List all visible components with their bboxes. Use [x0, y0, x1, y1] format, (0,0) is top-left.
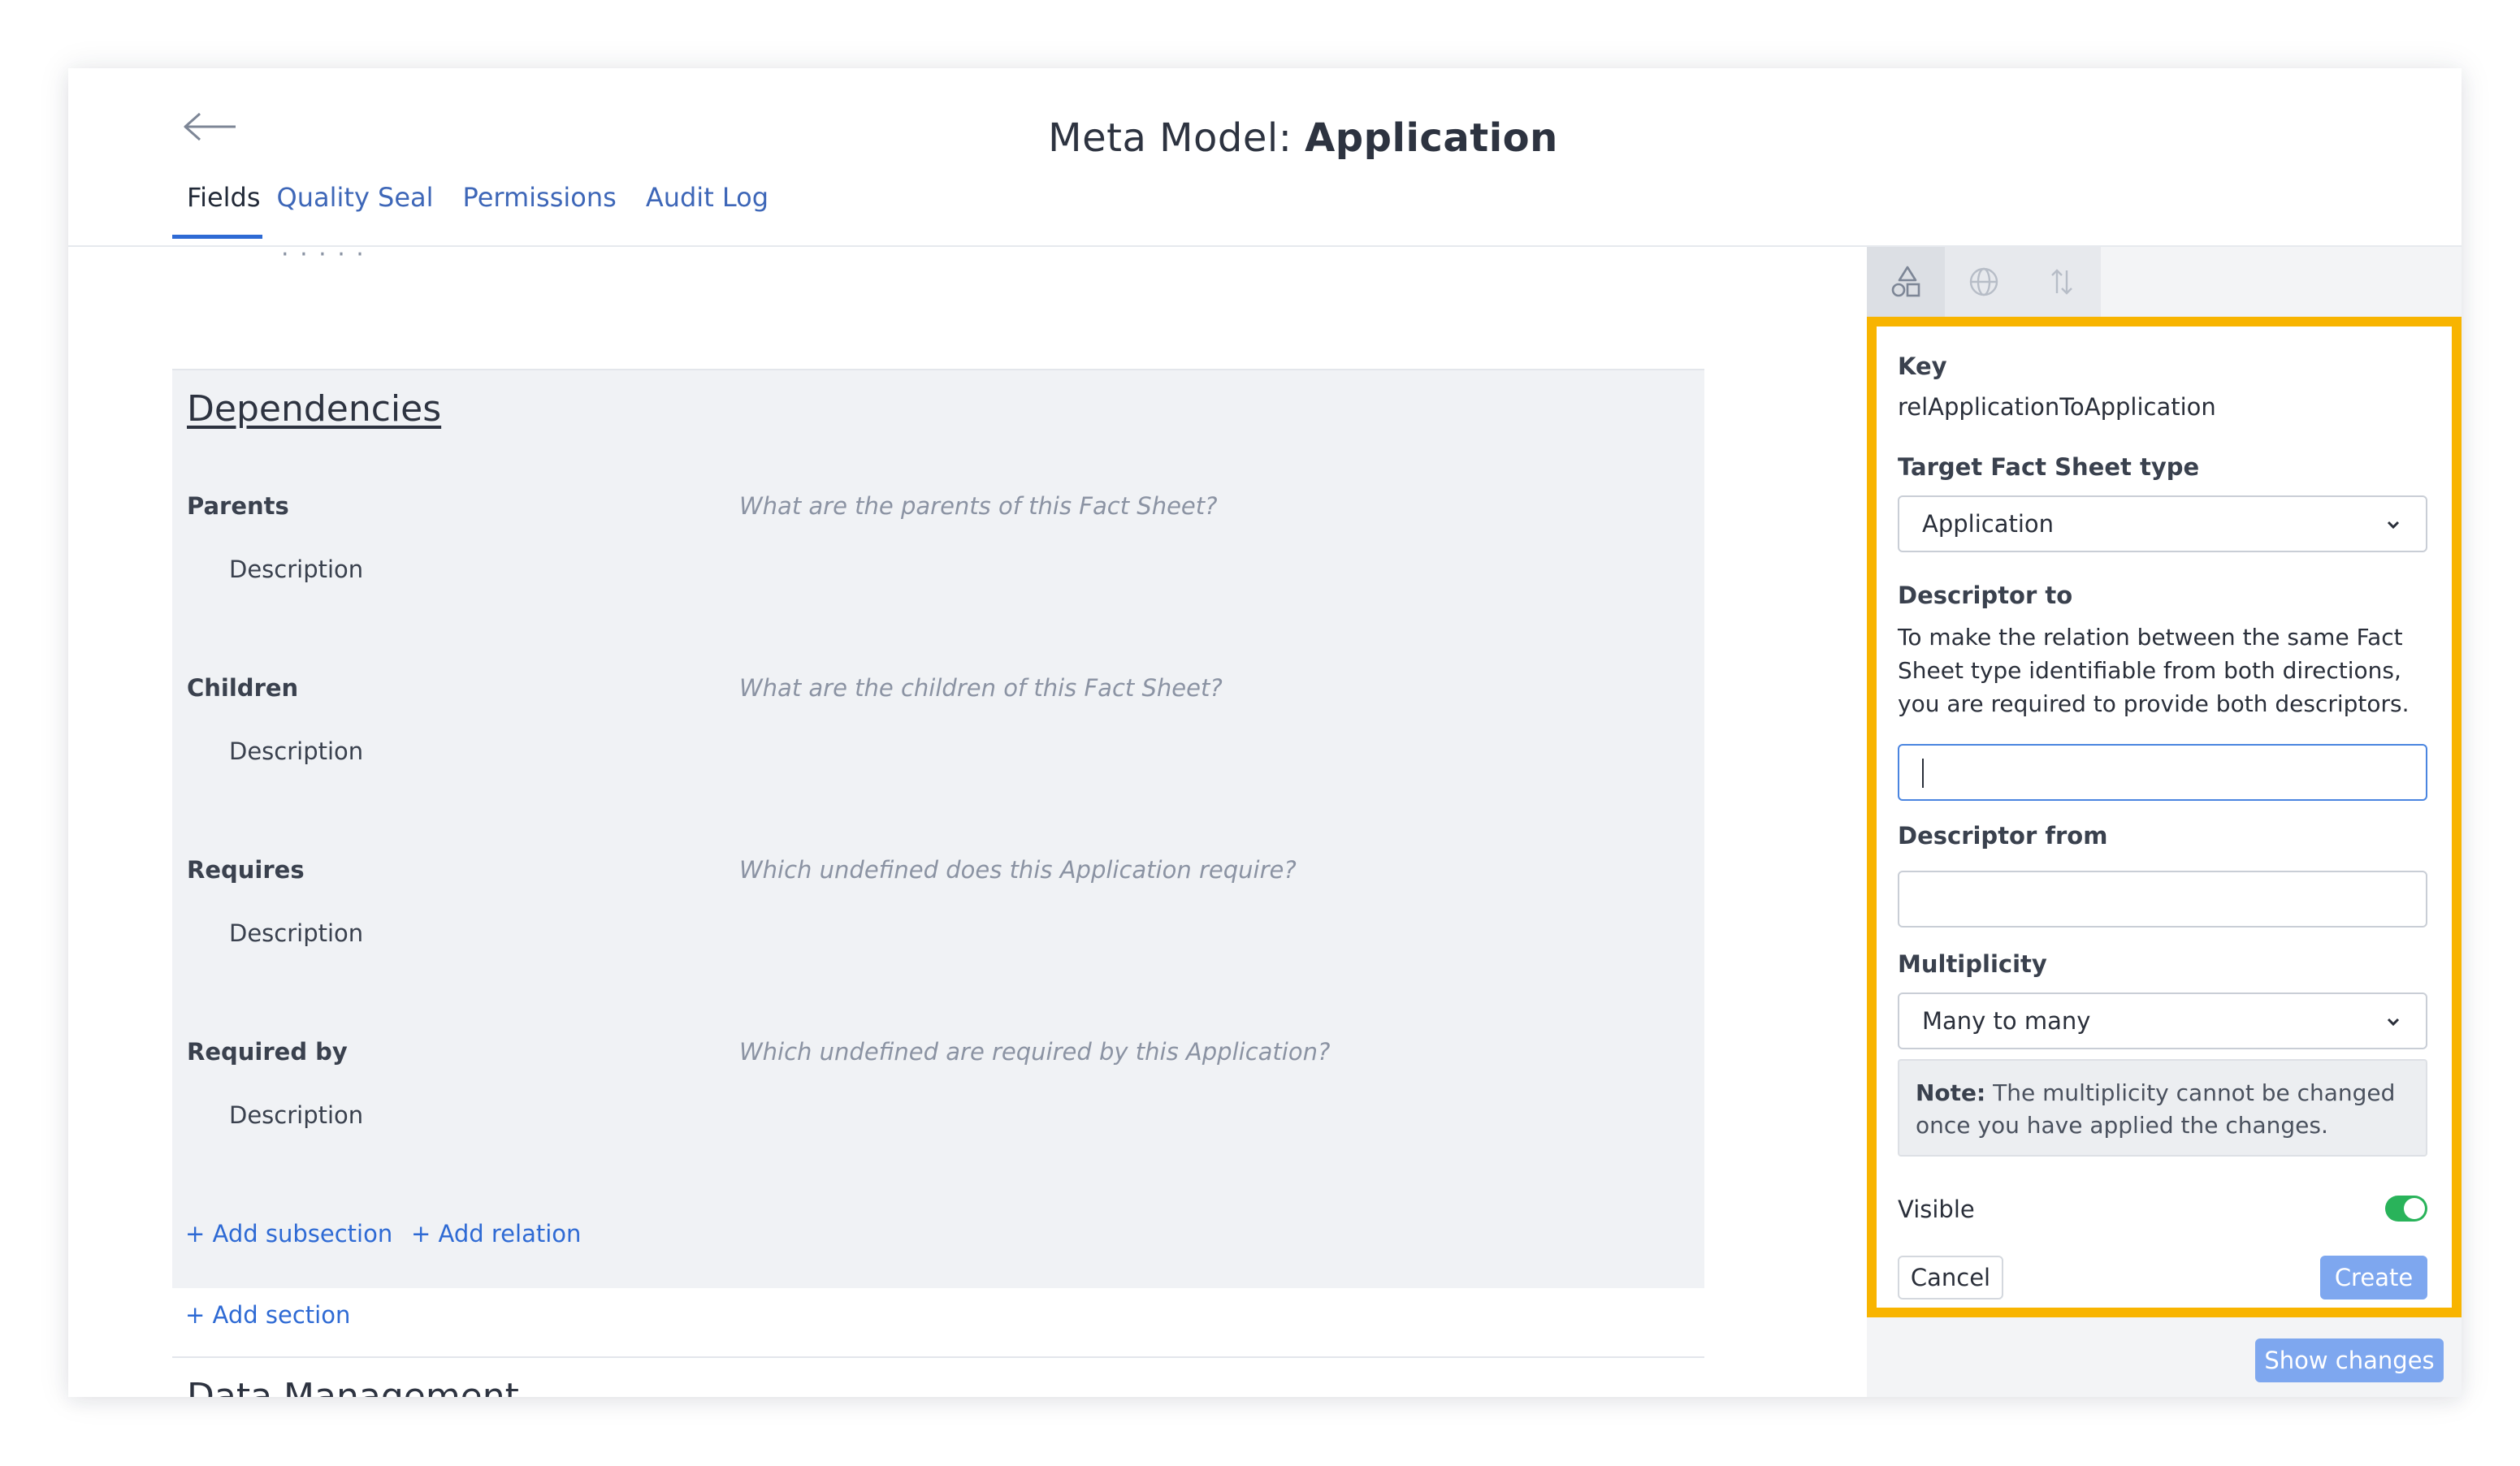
relation-hint-children: What are the children of this Fact Sheet… — [739, 674, 1223, 702]
fields-content: · · · · · Dependencies Parents What are … — [68, 247, 1867, 1397]
side-tab-properties[interactable] — [1867, 247, 1945, 317]
cut-off-text: · · · · · — [281, 247, 366, 269]
tab-quality-seal[interactable]: Quality Seal — [277, 182, 434, 239]
create-button[interactable]: Create — [2320, 1256, 2427, 1300]
target-type-label: Target Fact Sheet type — [1898, 453, 2200, 481]
page-title-prefix: Meta Model: — [1048, 115, 1305, 161]
globe-icon — [1969, 267, 1998, 296]
multiplicity-select[interactable]: Many to many — [1898, 992, 2427, 1049]
tab-bar: Fields Quality Seal Permissions Audit Lo… — [172, 182, 798, 239]
relation-hint-requires: Which undefined does this Application re… — [739, 856, 1297, 884]
side-tab-translations[interactable] — [1945, 247, 2023, 317]
dependencies-section: Dependencies Parents What are the parent… — [172, 369, 1704, 1288]
visible-toggle[interactable] — [2385, 1196, 2427, 1222]
toggle-knob — [2404, 1198, 2425, 1219]
shapes-icon — [1891, 266, 1920, 297]
key-label: Key — [1898, 352, 1947, 380]
sort-arrows-icon — [2051, 269, 2072, 295]
relation-label-parents[interactable]: Parents — [187, 492, 289, 520]
chevron-down-icon — [2387, 1018, 2400, 1027]
descriptor-from-label: Descriptor from — [1898, 822, 2108, 850]
relation-hint-required-by: Which undefined are required by this App… — [739, 1038, 1331, 1066]
side-panel: Key relApplicationToApplication Target F… — [1867, 247, 2462, 1397]
relation-hint-parents: What are the parents of this Fact Sheet? — [739, 492, 1218, 520]
note-bold: Note: — [1916, 1079, 1986, 1106]
relation-description-label: Description — [229, 919, 364, 947]
relation-config-panel: Key relApplicationToApplication Target F… — [1867, 317, 2462, 1317]
multiplicity-note: Note: The multiplicity cannot be changed… — [1898, 1059, 2427, 1157]
descriptor-from-input[interactable] — [1898, 871, 2427, 928]
descriptor-to-help: To make the relation between the same Fa… — [1898, 624, 2410, 717]
relation-label-required-by[interactable]: Required by — [187, 1038, 348, 1066]
chevron-down-icon — [2387, 521, 2400, 530]
multiplicity-label: Multiplicity — [1898, 950, 2047, 978]
tab-audit-log[interactable]: Audit Log — [646, 182, 769, 239]
target-type-value: Application — [1922, 510, 2055, 538]
section-divider — [172, 1356, 1704, 1358]
cancel-button[interactable]: Cancel — [1898, 1256, 2003, 1300]
multiplicity-value: Many to many — [1922, 1007, 2091, 1035]
text-cursor — [1922, 759, 1924, 788]
page-title-name: Application — [1305, 115, 1558, 161]
section-title[interactable]: Dependencies — [187, 388, 441, 430]
relation-description-label: Description — [229, 556, 364, 583]
tab-fields[interactable]: Fields — [172, 182, 262, 239]
add-relation-link[interactable]: + Add relation — [411, 1220, 581, 1248]
relation-description-label: Description — [229, 737, 364, 765]
side-panel-tabs — [1867, 247, 2101, 317]
side-tab-ordering[interactable] — [2023, 247, 2101, 317]
add-section-link[interactable]: + Add section — [185, 1301, 350, 1329]
target-type-select[interactable]: Application — [1898, 495, 2427, 552]
show-changes-button[interactable]: Show changes — [2255, 1338, 2444, 1382]
add-subsection-link[interactable]: + Add subsection — [185, 1220, 392, 1248]
meta-model-window: Meta Model: Application Fields Quality S… — [68, 68, 2462, 1397]
key-value: relApplicationToApplication — [1898, 393, 2216, 421]
descriptor-to-label: Descriptor to — [1898, 582, 2073, 609]
visible-label: Visible — [1898, 1196, 1975, 1223]
relation-description-label: Description — [229, 1101, 364, 1129]
data-management-title: Data Management — [187, 1376, 519, 1397]
note-text: The multiplicity cannot be changed once … — [1916, 1079, 2396, 1139]
descriptor-to-input[interactable] — [1898, 744, 2427, 801]
relation-label-requires[interactable]: Requires — [187, 856, 305, 884]
page-title: Meta Model: Application — [68, 115, 2462, 161]
relation-label-children[interactable]: Children — [187, 674, 298, 702]
tab-permissions[interactable]: Permissions — [463, 182, 617, 239]
